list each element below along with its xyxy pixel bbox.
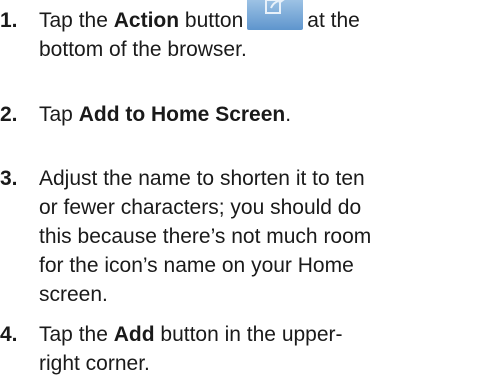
step-line: Adjust the name to shorten it to ten bbox=[39, 167, 365, 190]
step-line: or fewer characters; you should do bbox=[39, 196, 362, 219]
text-run: at the bbox=[307, 9, 360, 32]
step-text: Tap Add to Home Screen. bbox=[39, 100, 484, 129]
step-line: bottom of the browser. bbox=[39, 35, 484, 64]
step-line: for the icon’s name on your Home bbox=[39, 254, 354, 277]
add-label: Add bbox=[113, 323, 155, 346]
action-label: Action bbox=[113, 9, 180, 32]
action-share-icon bbox=[247, 0, 304, 30]
step-line: Tap the Add button in the upper- bbox=[39, 320, 484, 349]
text-run: Tap the bbox=[39, 9, 114, 32]
step-line: Tap the Action button at the bbox=[39, 0, 484, 35]
text-run: button bbox=[179, 9, 244, 32]
step-number: 1. bbox=[0, 9, 18, 32]
step-number: 3. bbox=[0, 167, 18, 190]
text-run: Tap the bbox=[39, 323, 114, 346]
step-line: right corner. bbox=[39, 352, 150, 375]
step-line: Tap Add to Home Screen. bbox=[39, 100, 484, 129]
add-to-home-screen-label: Add to Home Screen bbox=[78, 103, 286, 126]
step-line: screen. bbox=[39, 283, 108, 306]
text-run: Tap bbox=[39, 103, 79, 126]
step-number: 4. bbox=[0, 323, 18, 346]
text-run: bottom of the browser. bbox=[39, 38, 247, 61]
step-text: Tap the Add button in the upper- right c… bbox=[39, 320, 484, 378]
text-run: . bbox=[285, 103, 292, 126]
step-line: this because there’s not much room bbox=[39, 225, 372, 248]
step-text: Adjust the name to shorten it to ten or … bbox=[39, 164, 484, 309]
step-text: Tap the Action button at the bottom of th… bbox=[39, 0, 484, 64]
text-run: button in the upper- bbox=[154, 323, 343, 346]
step-number: 2. bbox=[0, 103, 18, 126]
